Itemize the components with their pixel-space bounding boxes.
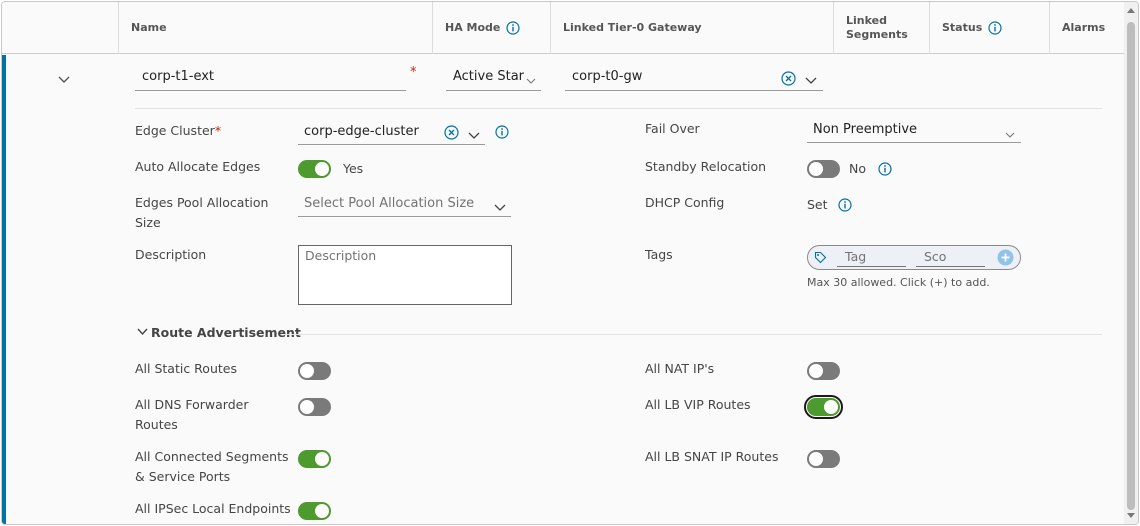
ha-mode-value: Active Star bbox=[453, 69, 525, 84]
scrollbar-thumb[interactable] bbox=[1127, 22, 1135, 510]
all-nat-ips-label: All NAT IP's bbox=[645, 361, 715, 376]
column-linked-segments-label: Linked Segments bbox=[846, 14, 908, 41]
dhcp-config-link[interactable]: Set bbox=[807, 195, 828, 215]
all-dns-forwarder-label-2: Routes bbox=[135, 417, 178, 432]
all-ipsec-local-endpoints-label: All IPSec Local Endpoints bbox=[135, 501, 291, 516]
scope-placeholder: Sco bbox=[924, 249, 947, 264]
standby-relocation-state: No bbox=[849, 161, 866, 176]
add-tag-plus-icon[interactable] bbox=[997, 249, 1014, 270]
scope-input[interactable]: Sco bbox=[916, 248, 985, 267]
all-lb-vip-routes-toggle[interactable] bbox=[804, 395, 843, 419]
tag-icon bbox=[814, 251, 827, 268]
clear-selection-icon[interactable] bbox=[781, 71, 796, 90]
tier0-gateway-select[interactable]: corp-t0-gw bbox=[565, 65, 823, 91]
scroll-up-arrow-icon[interactable] bbox=[1127, 8, 1135, 13]
info-icon[interactable] bbox=[506, 21, 520, 35]
description-textarea[interactable]: Description bbox=[298, 245, 512, 305]
route-advertisement-title: Route Advertisement bbox=[151, 325, 301, 340]
fail-over-label: Fail Over bbox=[645, 121, 700, 136]
chevron-down-icon bbox=[526, 73, 536, 88]
column-header-alarms[interactable]: Alarms bbox=[1049, 2, 1126, 54]
chevron-down-icon bbox=[1005, 127, 1015, 142]
auto-allocate-toggle[interactable] bbox=[298, 160, 331, 178]
fail-over-value: Non Preemptive bbox=[813, 122, 918, 137]
all-lb-snat-ip-routes-label: All LB SNAT IP Routes bbox=[645, 449, 779, 464]
gateway-name-value: corp-t1-ext bbox=[142, 69, 215, 84]
column-header-linked-tier0[interactable]: Linked Tier-0 Gateway bbox=[550, 2, 833, 54]
tags-hint: Max 30 allowed. Click (+) to add. bbox=[807, 276, 990, 289]
row-selection-accent bbox=[2, 55, 6, 524]
all-ipsec-local-endpoints-toggle[interactable] bbox=[298, 502, 331, 520]
table-header: Name HA Mode Linked Tier-0 Gateway Linke… bbox=[2, 2, 1126, 54]
gateway-name-input[interactable]: corp-t1-ext bbox=[135, 65, 406, 91]
divider bbox=[135, 108, 1102, 109]
column-header-status[interactable]: Status bbox=[929, 2, 1049, 54]
all-dns-forwarder-label: All DNS Forwarder bbox=[135, 397, 249, 412]
auto-allocate-state: Yes bbox=[343, 161, 364, 176]
column-linked-tier0-label: Linked Tier-0 Gateway bbox=[563, 21, 702, 34]
vertical-scrollbar[interactable] bbox=[1124, 2, 1138, 524]
column-alarms-label: Alarms bbox=[1062, 21, 1106, 34]
description-label: Description bbox=[135, 247, 207, 262]
tags-input-group: Tag Sco bbox=[807, 245, 1021, 270]
all-nat-ips-toggle[interactable] bbox=[807, 362, 840, 380]
gateway-table: Name HA Mode Linked Tier-0 Gateway Linke… bbox=[1, 1, 1139, 525]
standby-relocation-label: Standby Relocation bbox=[645, 159, 767, 174]
tag-input[interactable]: Tag bbox=[837, 248, 906, 267]
info-icon[interactable] bbox=[838, 198, 852, 216]
column-header-name[interactable]: Name bbox=[118, 2, 432, 54]
scroll-down-arrow-icon[interactable] bbox=[1127, 513, 1135, 518]
chevron-down-icon[interactable] bbox=[468, 128, 480, 143]
all-lb-snat-ip-routes-toggle[interactable] bbox=[807, 450, 840, 468]
all-connected-segments-label: All Connected Segments bbox=[135, 449, 289, 464]
column-header-ha-mode[interactable]: HA Mode bbox=[432, 2, 550, 54]
all-lb-vip-routes-label: All LB VIP Routes bbox=[645, 397, 751, 412]
edges-pool-select[interactable]: Select Pool Allocation Size bbox=[298, 191, 511, 217]
clear-selection-icon[interactable] bbox=[444, 125, 459, 144]
chevron-down-icon bbox=[494, 200, 506, 215]
edge-cluster-value: corp-edge-cluster bbox=[304, 124, 419, 139]
info-icon[interactable] bbox=[988, 21, 1002, 35]
all-static-routes-label: All Static Routes bbox=[135, 361, 237, 376]
all-connected-segments-label-2: & Service Ports bbox=[135, 469, 231, 484]
edge-cluster-label: Edge Cluster* bbox=[135, 123, 222, 138]
column-header-linked-segments[interactable]: Linked Segments bbox=[833, 2, 929, 54]
column-name-label: Name bbox=[131, 21, 167, 34]
dhcp-config-label: DHCP Config bbox=[645, 195, 725, 210]
description-placeholder: Description bbox=[305, 248, 377, 263]
collapse-row-chevron-icon[interactable] bbox=[58, 73, 70, 88]
all-dns-forwarder-toggle[interactable] bbox=[298, 398, 331, 416]
tier0-gateway-value: corp-t0-gw bbox=[572, 69, 643, 84]
divider bbox=[285, 334, 1102, 335]
chevron-down-icon bbox=[137, 325, 148, 340]
edges-pool-label: Edges Pool Allocation bbox=[135, 195, 269, 210]
required-marker: * bbox=[410, 65, 417, 80]
chevron-down-icon[interactable] bbox=[805, 73, 817, 88]
tag-placeholder: Tag bbox=[845, 249, 867, 264]
expanded-row: corp-t1-ext * Active Star corp-t0-gw Edg… bbox=[2, 55, 1126, 524]
column-status-label: Status bbox=[942, 21, 983, 34]
edges-pool-label-2: Size bbox=[135, 215, 161, 230]
ha-mode-select[interactable]: Active Star bbox=[446, 65, 541, 91]
route-advertisement-toggle-section[interactable]: Route Advertisement bbox=[137, 325, 301, 340]
standby-relocation-toggle[interactable] bbox=[807, 160, 840, 178]
column-ha-mode-label: HA Mode bbox=[445, 21, 501, 34]
edge-cluster-select[interactable]: corp-edge-cluster bbox=[298, 119, 485, 145]
all-static-routes-toggle[interactable] bbox=[298, 362, 331, 380]
all-connected-segments-toggle[interactable] bbox=[298, 450, 331, 468]
edges-pool-placeholder: Select Pool Allocation Size bbox=[304, 196, 475, 211]
auto-allocate-label: Auto Allocate Edges bbox=[135, 159, 261, 174]
fail-over-select[interactable]: Non Preemptive bbox=[807, 117, 1021, 143]
info-icon[interactable] bbox=[878, 162, 892, 180]
info-icon[interactable] bbox=[495, 125, 509, 143]
tags-label: Tags bbox=[645, 247, 673, 262]
